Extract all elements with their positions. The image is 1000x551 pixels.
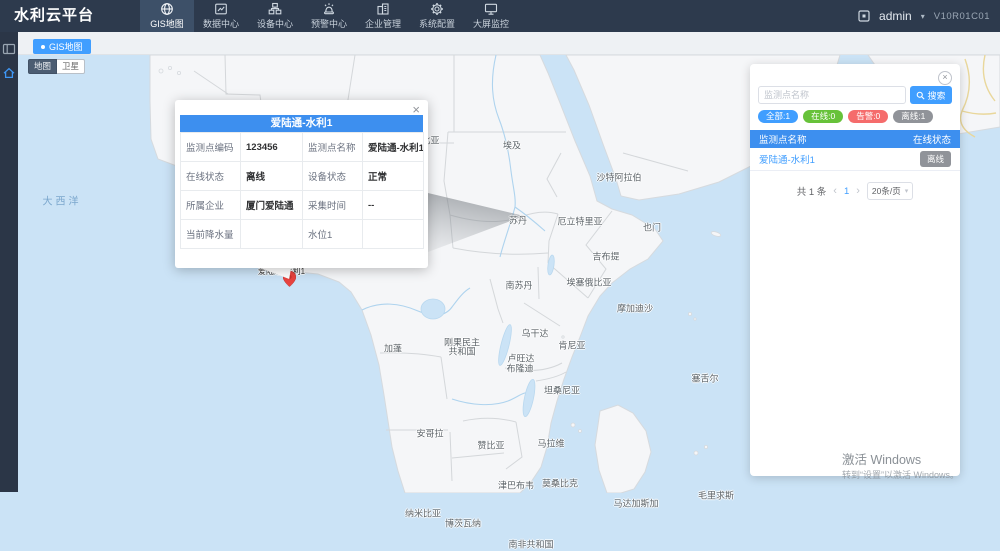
header-status: 在线状态 [913,132,951,146]
field-label: 监测点编码 [181,133,241,162]
filter-online[interactable]: 在线:0 [803,110,843,123]
field-value: 离线 [241,162,303,191]
popup-detail-table: 监测点编码 123456 监测点名称 爱陆通-水利1 在线状态 离线 设备状态 … [180,132,424,249]
popup-title: 爱陆通-水利1 [180,115,423,132]
field-value [363,220,424,249]
nav-label: 系统配置 [419,17,455,30]
table-row: 在线状态 离线 设备状态 正常 [181,162,424,191]
list-item[interactable]: 爱陆通-水利1 离线 [750,148,960,171]
field-value: 厦门爱陆通 [241,191,303,220]
chevron-down-icon: ▾ [921,12,925,21]
chart-icon [214,2,228,16]
layer-satellite-button[interactable]: 卫星 [57,59,85,74]
field-value [241,220,303,249]
tab-strip: GIS地图 [18,32,1000,54]
active-tab-dot-icon [41,45,45,49]
list-table-header: 监测点名称 在线状态 [750,130,960,148]
page-number[interactable]: 1 [844,186,849,197]
layer-map-button[interactable]: 地图 [28,59,57,74]
close-icon[interactable]: × [412,103,420,116]
prev-page-icon[interactable]: ‹ [833,185,837,197]
home-icon[interactable] [2,66,16,80]
nav-data-center[interactable]: 数据中心 [194,0,248,32]
chevron-down-icon: ▾ [905,187,909,195]
nav-gis-map[interactable]: GIS地图 [140,0,194,32]
monitor-icon [484,2,498,16]
alarm-icon [322,2,336,16]
nav-label: GIS地图 [150,17,184,30]
nav-label: 设备中心 [257,17,293,30]
devices-icon [268,2,282,16]
field-label: 在线状态 [181,162,241,191]
status-badge: 离线 [920,151,951,167]
table-row: 当前降水量 水位1 [181,220,424,249]
filter-alarm[interactable]: 告警:0 [848,110,888,123]
monitor-list-panel: × 搜索 全部:1 在线:0 告警:0 离线:1 监测点名称 在线状态 爱陆通-… [750,64,960,476]
map-label: 南非共和国 [508,538,553,551]
building-icon [376,2,390,16]
field-value: 正常 [363,162,424,191]
map-label: 马达加斯加 [613,497,658,510]
version-label: V10R01C01 [934,11,990,22]
nav-big-screen[interactable]: 大屏监控 [464,0,518,32]
page-size-select[interactable]: 20条/页 ▾ [867,182,913,200]
search-button[interactable]: 搜索 [910,86,952,104]
pagination-total: 共 1 条 [797,184,827,198]
next-page-icon[interactable]: › [856,185,860,197]
nav-label: 数据中心 [203,17,239,30]
monitor-point-link[interactable]: 爱陆通-水利1 [759,152,815,166]
nav-device-center[interactable]: 设备中心 [248,0,302,32]
field-value: -- [363,191,424,220]
field-label: 采集时间 [303,191,363,220]
nav-system-config[interactable]: 系统配置 [410,0,464,32]
tab-gis-map[interactable]: GIS地图 [33,39,91,54]
collapse-sidebar-icon[interactable] [2,42,16,56]
page-size-value: 20条/页 [872,185,901,197]
filter-all[interactable]: 全部:1 [758,110,798,123]
field-label: 设备状态 [303,162,363,191]
tab-label: GIS地图 [49,40,83,53]
search-button-label: 搜索 [927,89,945,102]
nav-label: 大屏监控 [473,17,509,30]
nav-alarm-center[interactable]: 预警中心 [302,0,356,32]
filter-offline[interactable]: 离线:1 [893,110,933,123]
header-name: 监测点名称 [759,132,807,146]
field-value: 爱陆通-水利1 [363,133,424,162]
search-icon [916,91,925,100]
main-menu: GIS地图 数据中心 设备中心 预警中心 [140,0,518,32]
map-label: 纳米比亚 [405,507,441,520]
activate-windows-text: 激活 Windows [842,449,921,468]
activate-windows-subtext: 转到“设置”以激活 Windows。 [842,468,959,481]
nav-label: 企业管理 [365,17,401,30]
left-rail [0,32,18,492]
gear-icon [430,2,444,16]
app-title: 水利云平台 [14,0,94,32]
field-value: 123456 [241,133,303,162]
close-icon[interactable]: × [938,71,952,85]
top-navbar: 水利云平台 GIS地图 数据中心 设备中心 [0,0,1000,32]
field-label: 水位1 [303,220,363,249]
field-label: 监测点名称 [303,133,363,162]
map-label: 博茨瓦纳 [445,517,481,530]
table-row: 监测点编码 123456 监测点名称 爱陆通-水利1 [181,133,424,162]
table-row: 所属企业 厦门爱陆通 采集时间 -- [181,191,424,220]
globe-icon [160,2,174,16]
nav-enterprise-mgmt[interactable]: 企业管理 [356,0,410,32]
fullscreen-icon[interactable] [858,10,870,22]
monitor-point-popup: × 爱陆通-水利1 监测点编码 123456 监测点名称 爱陆通-水利1 在线状… [175,100,428,268]
search-input[interactable] [758,86,906,104]
map-layer-toggle: 地图 卫星 [28,59,85,74]
field-label: 当前降水量 [181,220,241,249]
field-label: 所属企业 [181,191,241,220]
user-menu[interactable]: admin [879,9,912,23]
nav-label: 预警中心 [311,17,347,30]
pagination: 共 1 条 ‹ 1 › 20条/页 ▾ [750,182,960,200]
